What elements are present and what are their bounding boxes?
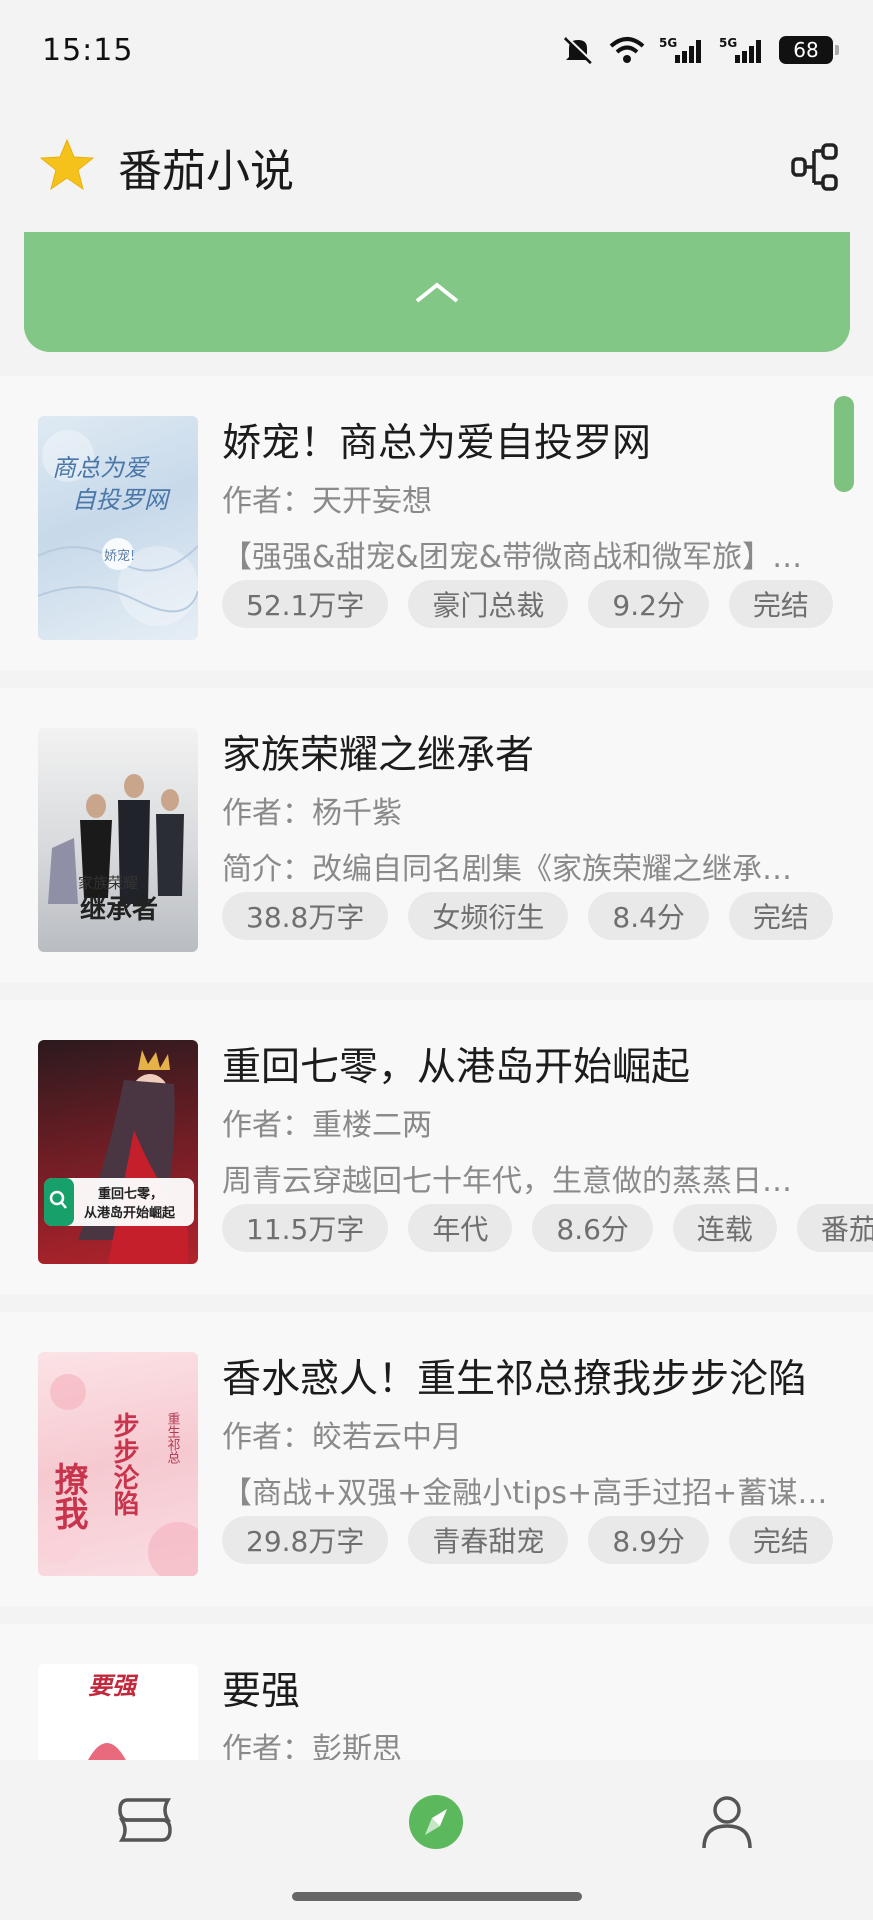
book-title[interactable]: 香水惑人！重生祁总撩我步步沦陷 <box>222 1348 807 1404</box>
book-list[interactable]: 商总为爱 自投罗网 娇宠! 娇宠！商总为爱自投罗网 作者：天开妄想 【强强&甜宠… <box>0 376 873 1760</box>
book-description: 周青云穿越回七十年代，生意做的蒸蒸日… <box>222 1164 792 1199</box>
status-icons: 5G 5G 68 <box>561 35 839 65</box>
profile-icon <box>702 1796 752 1849</box>
network-label-2: 5G <box>719 36 737 50</box>
collapse-banner[interactable] <box>24 232 850 352</box>
book-title[interactable]: 娇宠！商总为爱自投罗网 <box>222 412 651 468</box>
nav-bookshelf[interactable] <box>115 1792 175 1852</box>
tag-score: 8.9分 <box>588 1516 709 1564</box>
book-card[interactable]: 商总为爱 自投罗网 娇宠! 娇宠！商总为爱自投罗网 作者：天开妄想 【强强&甜宠… <box>0 376 873 670</box>
share-icon <box>791 143 838 191</box>
cover-text: 商总为爱 <box>52 454 150 482</box>
signal-5g-icon: 5G <box>659 35 705 65</box>
book-cover[interactable]: 重回七零， 从港岛开始崛起 <box>38 1040 198 1264</box>
cover-text: 步步沦陷 <box>109 1411 139 1516</box>
book-card[interactable]: 步步沦陷 撩我 重生祁总 香水惑人！重生祁总撩我步步沦陷 作者：皎若云中月 【商… <box>0 1312 873 1606</box>
tag-category[interactable]: 年代 <box>408 1204 513 1252</box>
tag-status: 连载 <box>672 1204 777 1252</box>
chevron-up-icon <box>415 282 459 303</box>
wifi-icon <box>609 36 645 64</box>
tag-score: 9.2分 <box>588 580 709 628</box>
book-cover[interactable]: 步步沦陷 撩我 重生祁总 <box>38 1352 198 1576</box>
network-label-1: 5G <box>659 36 677 50</box>
signal-5g-icon-2: 5G <box>719 35 765 65</box>
book-description: 简介：改编自同名剧集《家族荣耀之继承… <box>222 852 792 887</box>
book-card[interactable]: 家族荣耀 继承者 家族荣耀之继承者 作者：杨千紫 简介：改编自同名剧集《家族荣耀… <box>0 688 873 982</box>
bookshelf-icon <box>118 1798 172 1842</box>
book-card[interactable]: 重回七零， 从港岛开始崛起 重回七零，从港岛开始崛起 作者：重楼二两 周青云穿越… <box>0 1000 873 1294</box>
cover-text: 家族荣耀 <box>78 874 138 892</box>
tag-row: 29.8万字 青春甜宠 8.9分 完结 <box>222 1516 833 1564</box>
tag-status: 完结 <box>728 892 833 940</box>
cover-text: 撩我 <box>48 1462 88 1530</box>
book-description: 【强强&甜宠&团宠&带微商战和微军旅】… <box>222 540 803 575</box>
book-card[interactable]: 要强 要强 作者：彭斯思 <box>0 1624 873 1760</box>
tag-score: 8.4分 <box>588 892 709 940</box>
nav-discover[interactable] <box>406 1792 466 1852</box>
cover-text: 继承者 <box>80 894 158 925</box>
book-title[interactable]: 重回七零，从港岛开始崛起 <box>222 1036 690 1092</box>
tag-word-count: 38.8万字 <box>222 892 389 940</box>
status-time: 15:15 <box>42 32 134 68</box>
tag-word-count: 29.8万字 <box>222 1516 389 1564</box>
tag-source: 番茄 <box>796 1204 873 1252</box>
cover-text: 重生祁总 <box>165 1411 181 1464</box>
tag-row: 52.1万字 豪门总裁 9.2分 完结 <box>222 580 833 628</box>
book-cover[interactable]: 商总为爱 自投罗网 娇宠! <box>38 416 198 640</box>
tag-category[interactable]: 女频衍生 <box>408 892 569 940</box>
book-author: 作者：天开妄想 <box>222 484 432 519</box>
mute-icon <box>561 35 595 65</box>
tag-row: 38.8万字 女频衍生 8.4分 完结 <box>222 892 833 940</box>
tag-category[interactable]: 豪门总裁 <box>408 580 569 628</box>
tag-status: 完结 <box>728 580 833 628</box>
book-author: 作者：杨千紫 <box>222 796 402 831</box>
app-header: 番茄小说 <box>0 120 873 214</box>
cover-text: 自投罗网 <box>72 486 171 514</box>
book-title[interactable]: 家族荣耀之继承者 <box>222 724 534 780</box>
cover-text: 重回七零， <box>98 1186 163 1202</box>
star-icon <box>38 137 96 197</box>
tag-word-count: 52.1万字 <box>222 580 389 628</box>
book-title[interactable]: 要强 <box>222 1660 300 1716</box>
tag-category[interactable]: 青春甜宠 <box>408 1516 569 1564</box>
cover-text: 要强 <box>88 1671 139 1700</box>
book-cover[interactable]: 家族荣耀 继承者 <box>38 728 198 952</box>
nav-profile[interactable] <box>697 1792 757 1852</box>
cover-text: 娇宠! <box>104 548 135 564</box>
app-title: 番茄小说 <box>118 146 294 197</box>
tag-status: 完结 <box>728 1516 833 1564</box>
cover-text: 从港岛开始崛起 <box>84 1205 176 1221</box>
compass-icon <box>409 1795 463 1849</box>
book-author: 作者：皎若云中月 <box>222 1420 462 1455</box>
home-indicator[interactable] <box>292 1892 582 1901</box>
tag-word-count: 11.5万字 <box>222 1204 389 1252</box>
book-cover[interactable]: 要强 <box>38 1664 198 1760</box>
tag-row: 11.5万字 年代 8.6分 连载 番茄 <box>222 1204 873 1252</box>
book-description: 【商战+双强+金融小tips+高手过招+蓄谋… <box>222 1476 828 1511</box>
book-author: 作者：彭斯思 <box>222 1732 402 1760</box>
scrollbar-thumb[interactable] <box>834 396 854 492</box>
share-button[interactable] <box>787 139 843 195</box>
tag-score: 8.6分 <box>532 1204 653 1252</box>
status-bar: 15:15 5G 5G 68 <box>0 0 873 100</box>
battery-indicator: 68 <box>779 36 839 64</box>
book-author: 作者：重楼二两 <box>222 1108 432 1143</box>
